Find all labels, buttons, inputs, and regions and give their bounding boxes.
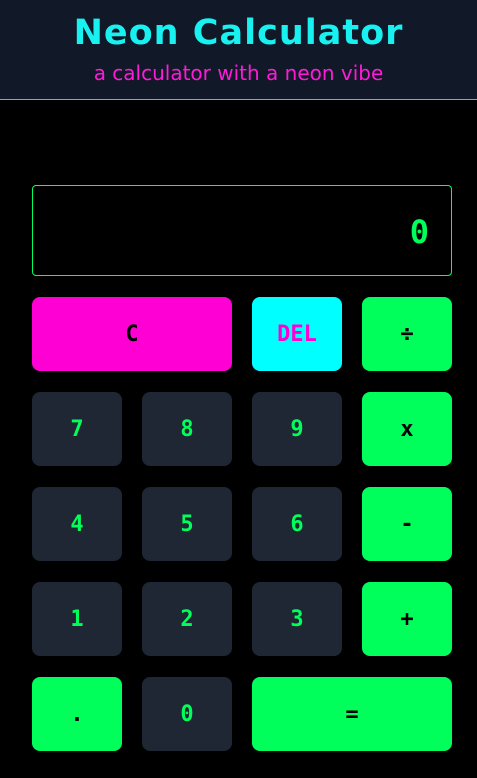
digit-9-button[interactable]: 9	[252, 392, 342, 466]
app-title: Neon Calculator	[73, 13, 404, 53]
digit-6-button[interactable]: 6	[252, 487, 342, 561]
digit-0-button[interactable]: 0	[142, 677, 232, 751]
digit-5-button[interactable]: 5	[142, 487, 232, 561]
clear-button[interactable]: C	[32, 297, 232, 371]
display-value: 0	[409, 213, 429, 251]
decimal-button[interactable]: .	[32, 677, 122, 751]
equals-button[interactable]: =	[252, 677, 452, 751]
app-subtitle: a calculator with a neon vibe	[93, 61, 384, 85]
digit-4-button[interactable]: 4	[32, 487, 122, 561]
digit-8-button[interactable]: 8	[142, 392, 232, 466]
calculator-display: 0	[32, 185, 452, 276]
digit-7-button[interactable]: 7	[32, 392, 122, 466]
delete-button[interactable]: DEL	[252, 297, 342, 371]
digit-2-button[interactable]: 2	[142, 582, 232, 656]
app-header: Neon Calculator a calculator with a neon…	[0, 0, 477, 100]
subtract-button[interactable]: -	[362, 487, 452, 561]
add-button[interactable]: +	[362, 582, 452, 656]
digit-3-button[interactable]: 3	[252, 582, 342, 656]
divide-button[interactable]: ÷	[362, 297, 452, 371]
digit-1-button[interactable]: 1	[32, 582, 122, 656]
multiply-button[interactable]: x	[362, 392, 452, 466]
